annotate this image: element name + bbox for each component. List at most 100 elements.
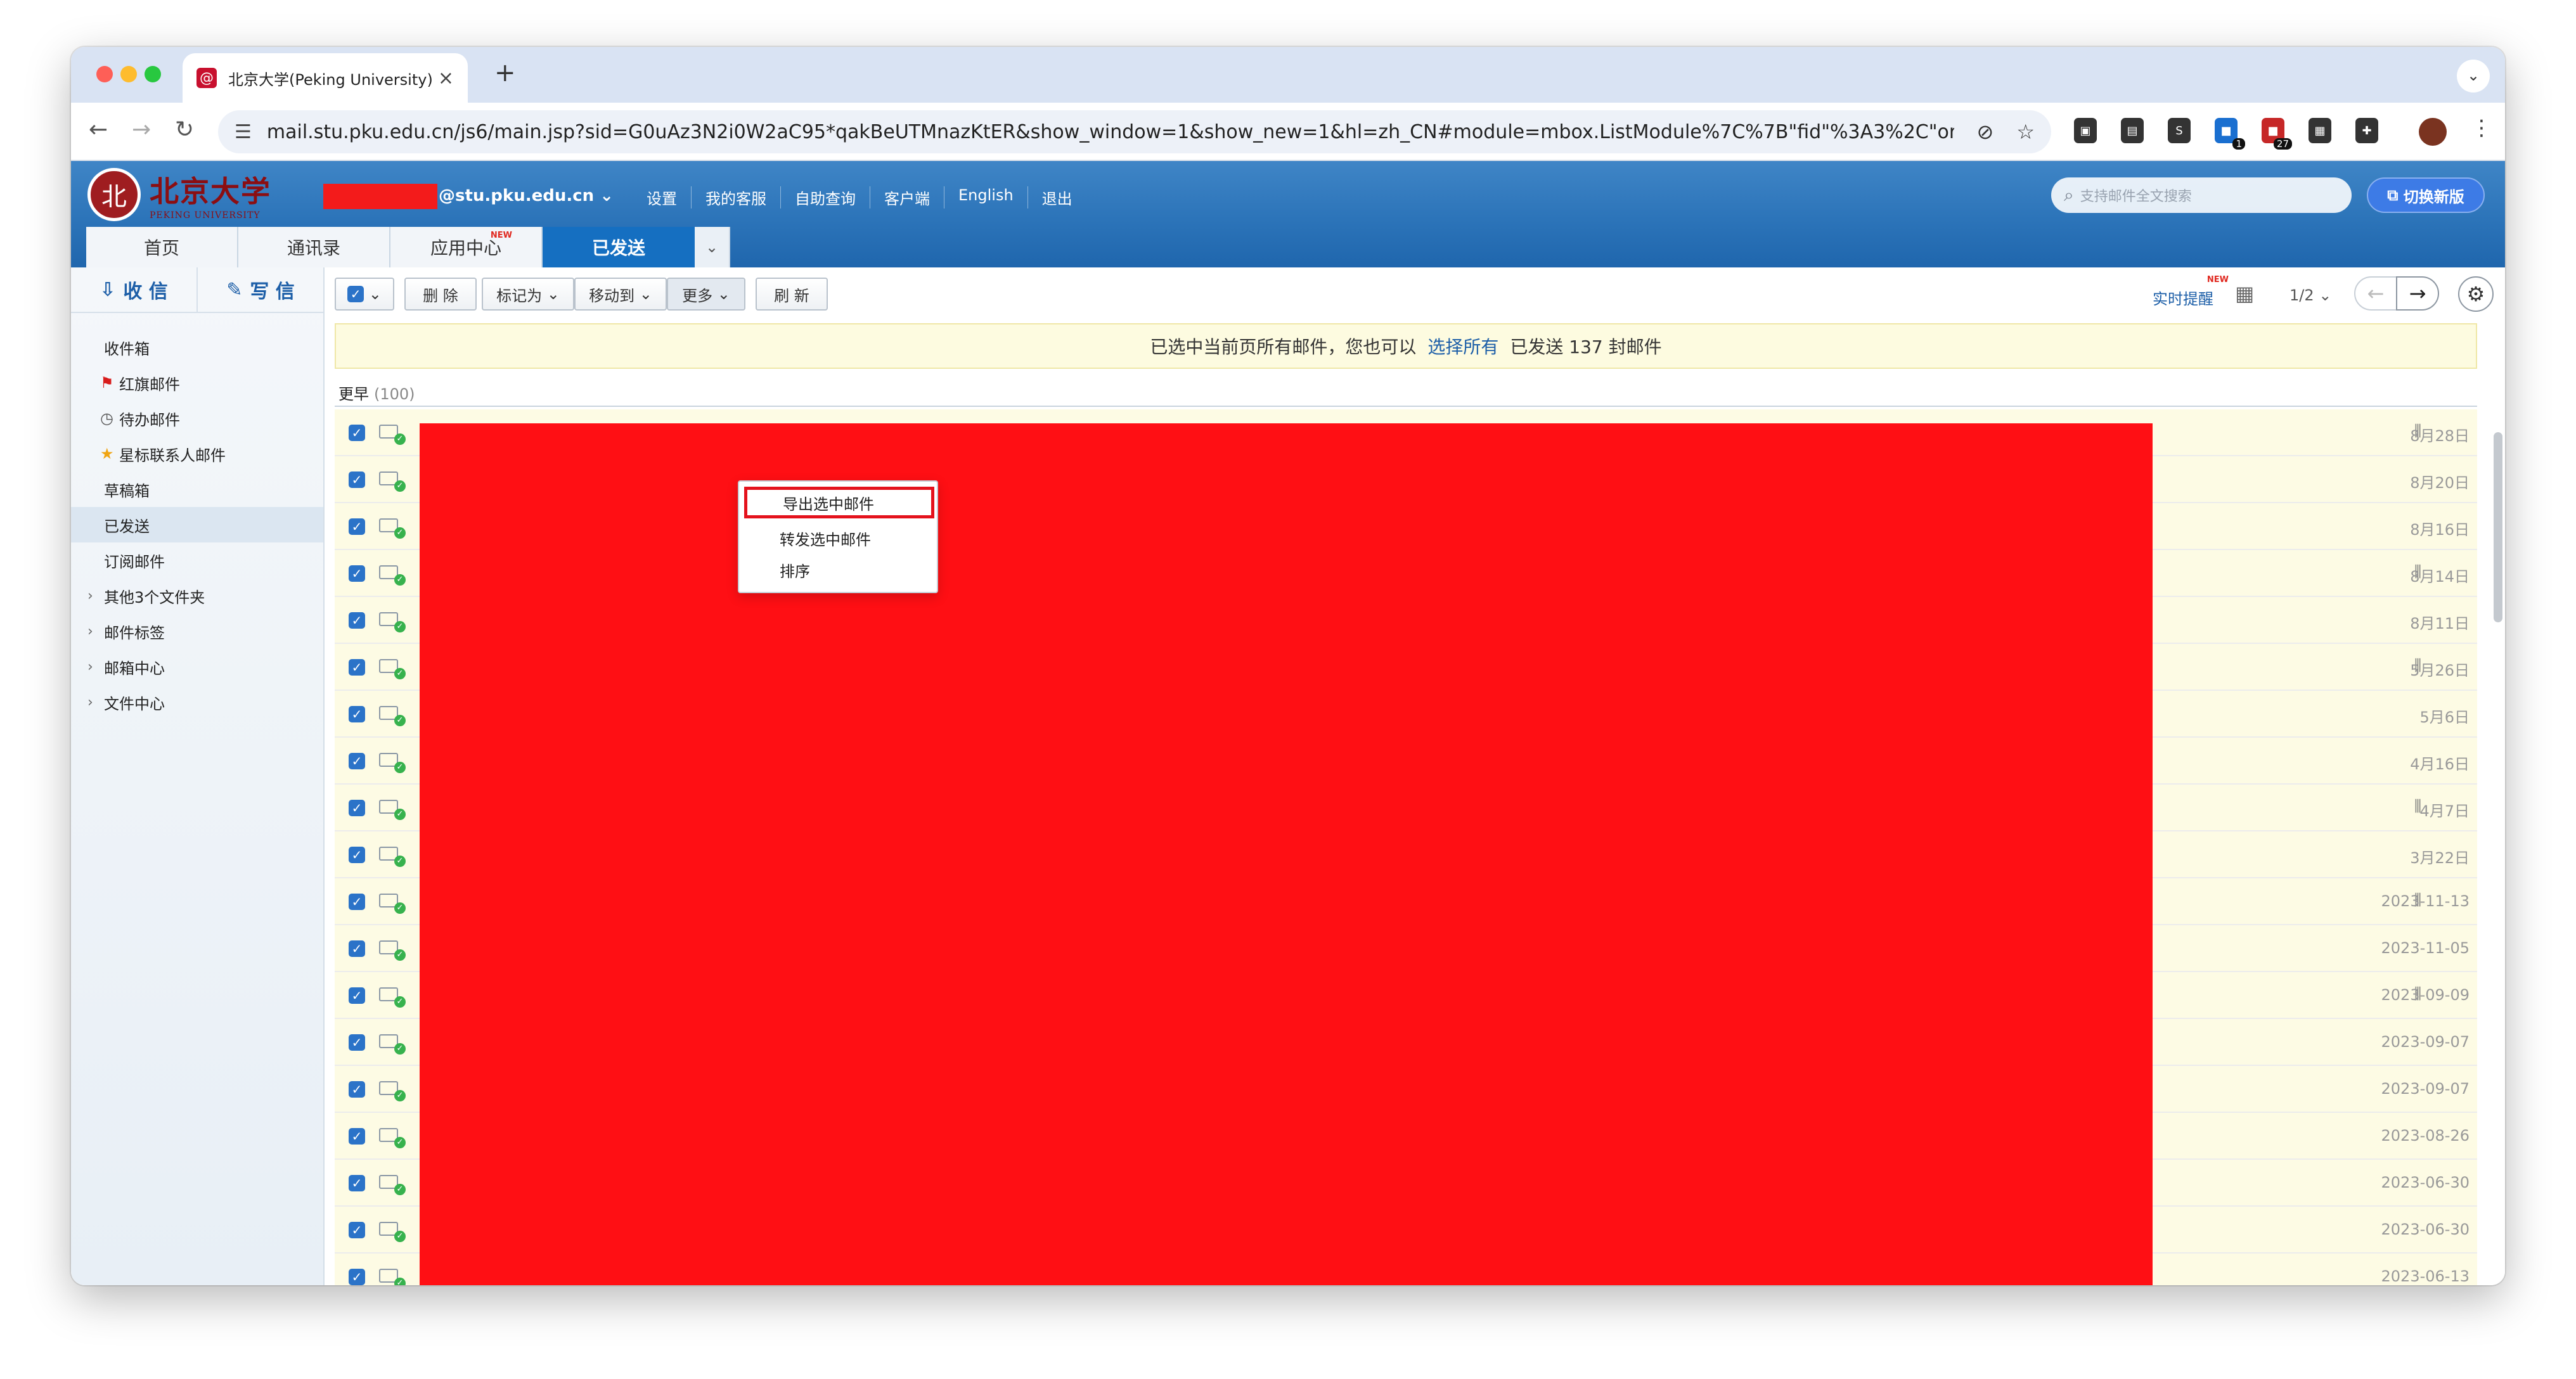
header-links: 设置 我的客服 自助查询 客户端 English 退出 — [633, 186, 1086, 208]
row-checkbox[interactable]: ✓ — [349, 894, 365, 910]
menu-item-sort[interactable]: 排序 — [739, 554, 939, 586]
row-checkbox[interactable]: ✓ — [349, 565, 365, 582]
scrollbar[interactable] — [2494, 432, 2502, 622]
row-checkbox[interactable]: ✓ — [349, 659, 365, 676]
mail-search-input[interactable]: ⌕ 支持邮件全文搜索 — [2051, 177, 2352, 213]
tab-home[interactable]: 首页 — [86, 227, 238, 267]
new-tab-plus-icon[interactable]: + — [494, 58, 516, 87]
extension-icon-4[interactable]: ■ 1 — [2215, 118, 2245, 150]
back-arrow-icon[interactable]: ← — [89, 117, 108, 143]
forward-arrow-icon[interactable]: → — [132, 117, 151, 143]
window-minimize-button[interactable] — [120, 66, 137, 82]
group-count: (100) — [374, 385, 415, 403]
extension-icon-3[interactable]: S — [2168, 118, 2191, 143]
sidebar-item-file-center[interactable]: › 文件中心 — [71, 684, 323, 720]
row-checkbox[interactable]: ✓ — [349, 800, 365, 816]
receive-button[interactable]: ⇩ 收 信 — [71, 267, 198, 312]
account-domain: @stu.pku.edu.cn — [439, 186, 595, 205]
row-checkbox[interactable]: ✓ — [349, 425, 365, 441]
pku-logo[interactable]: 北 北京大学 PEKING UNIVERSITY — [87, 167, 316, 222]
logo-chinese-name: 北京大学 — [150, 174, 271, 208]
browser-menu-icon[interactable]: ⋮ — [2471, 115, 2492, 141]
sidebar-item-red-flag[interactable]: ⚑ 红旗邮件 — [71, 365, 323, 401]
row-checkbox[interactable]: ✓ — [349, 612, 365, 629]
search-icon: ⌕ — [2064, 184, 2074, 205]
select-all-checkbox[interactable]: ✓ ⌄ — [335, 278, 394, 311]
more-button[interactable]: 更多 ⌄ — [667, 278, 745, 311]
mark-as-button[interactable]: 标记为 ⌄ — [482, 278, 574, 311]
address-bar[interactable]: ☰ mail.stu.pku.edu.cn/js6/main.jsp?sid=G… — [218, 110, 2051, 153]
window-close-button[interactable] — [96, 66, 113, 82]
row-checkbox[interactable]: ✓ — [349, 1128, 365, 1145]
row-checkbox[interactable]: ✓ — [349, 753, 365, 769]
chevron-right-icon: › — [87, 587, 93, 604]
url-text[interactable]: mail.stu.pku.edu.cn/js6/main.jsp?sid=G0u… — [267, 121, 1954, 143]
account-menu[interactable]: @stu.pku.edu.cn ⌄ — [439, 186, 614, 205]
link-client[interactable]: 客户端 — [870, 186, 944, 208]
switch-version-button[interactable]: ⧉ 切换新版 — [2367, 177, 2485, 213]
prev-page-arrow-icon[interactable]: ← — [2354, 276, 2397, 311]
link-self-service[interactable]: 自助查询 — [780, 186, 870, 208]
chevron-down-icon: ⌄ — [639, 285, 652, 303]
select-all-link[interactable]: 选择所有 — [1427, 333, 1498, 359]
extension-icon-2[interactable]: ▤ — [2121, 118, 2144, 143]
row-checkbox[interactable]: ✓ — [349, 1081, 365, 1098]
browser-tab-active[interactable]: @ 北京大学(Peking University) × — [183, 53, 468, 103]
row-checkbox[interactable]: ✓ — [349, 847, 365, 863]
sent-check-icon: ✓ — [394, 856, 406, 867]
site-info-icon[interactable]: ☰ — [235, 121, 252, 143]
calendar-icon[interactable]: ▦ — [2235, 281, 2254, 305]
row-date: 2023-06-30 — [2381, 1221, 2470, 1238]
reload-icon[interactable]: ↻ — [175, 117, 194, 143]
row-checkbox[interactable]: ✓ — [349, 1034, 365, 1051]
realtime-alert-link[interactable]: 实时提醒 NEW — [2153, 275, 2229, 309]
row-checkbox[interactable]: ✓ — [349, 518, 365, 535]
link-settings[interactable]: 设置 — [633, 186, 691, 208]
sidebar-item-drafts[interactable]: 草稿箱 — [71, 471, 323, 507]
tabs-more-chevron-icon[interactable]: ⌄ — [695, 227, 730, 267]
delete-button[interactable]: 删 除 — [404, 278, 477, 311]
tab-close-icon[interactable]: × — [438, 67, 454, 89]
extension-icon-1[interactable]: ▣ — [2074, 118, 2097, 143]
refresh-button[interactable]: 刷 新 — [756, 278, 828, 311]
inbox-download-icon: ⇩ — [100, 278, 116, 301]
row-checkbox[interactable]: ✓ — [349, 987, 365, 1004]
move-to-button[interactable]: 移动到 ⌄ — [574, 278, 667, 311]
menu-item-export-selected[interactable]: 导出选中邮件 — [744, 487, 934, 518]
page-selector[interactable]: 1/2 ⌄ — [2289, 286, 2331, 304]
link-english[interactable]: English — [944, 186, 1027, 208]
next-page-arrow-icon[interactable]: → — [2396, 276, 2439, 311]
row-checkbox[interactable]: ✓ — [349, 940, 365, 957]
bookmark-star-icon[interactable]: ☆ — [2016, 120, 2035, 144]
row-checkbox[interactable]: ✓ — [349, 471, 365, 488]
window-zoom-button[interactable] — [145, 66, 161, 82]
sidebar-item-todo[interactable]: ◷ 待办邮件 — [71, 401, 323, 436]
tab-sent[interactable]: 已发送 — [543, 227, 695, 267]
row-date: 2023-09-09 — [2381, 986, 2470, 1004]
eye-off-icon[interactable]: ⊘ — [1977, 120, 1994, 144]
sidebar-item-other-folders[interactable]: › 其他3个文件夹 — [71, 578, 323, 613]
tab-app-center[interactable]: 应用中心 NEW — [390, 227, 543, 267]
row-checkbox[interactable]: ✓ — [349, 706, 365, 722]
link-logout[interactable]: 退出 — [1027, 186, 1086, 208]
gear-icon[interactable]: ⚙ — [2458, 276, 2494, 312]
row-checkbox[interactable]: ✓ — [349, 1175, 365, 1191]
row-checkbox[interactable]: ✓ — [349, 1269, 365, 1285]
sidebar-item-mailbox-center[interactable]: › 邮箱中心 — [71, 649, 323, 684]
sidebar-item-inbox[interactable]: 收件箱 — [71, 330, 323, 365]
puzzle-icon[interactable]: ✚ — [2355, 118, 2378, 143]
tab-search-chevron-icon[interactable]: ⌄ — [2457, 60, 2490, 93]
tab-contacts[interactable]: 通讯录 — [238, 227, 390, 267]
compose-button[interactable]: ✎ 写 信 — [198, 267, 323, 312]
profile-avatar[interactable] — [2419, 118, 2447, 146]
extension-icon-5[interactable]: ■ 27 — [2262, 118, 2292, 150]
sidebar-item-sent[interactable]: 已发送 — [71, 507, 323, 542]
link-support[interactable]: 我的客服 — [691, 186, 780, 208]
sidebar-item-starred-contacts[interactable]: ★ 星标联系人邮件 — [71, 436, 323, 471]
sidebar-item-subscriptions[interactable]: 订阅邮件 — [71, 542, 323, 578]
menu-item-forward-selected[interactable]: 转发选中邮件 — [739, 522, 939, 554]
row-checkbox[interactable]: ✓ — [349, 1222, 365, 1238]
extension-icon-6[interactable]: ▦ — [2309, 118, 2331, 143]
pku-seal-icon: 北 — [87, 168, 141, 221]
sidebar-item-mail-tags[interactable]: › 邮件标签 — [71, 613, 323, 649]
